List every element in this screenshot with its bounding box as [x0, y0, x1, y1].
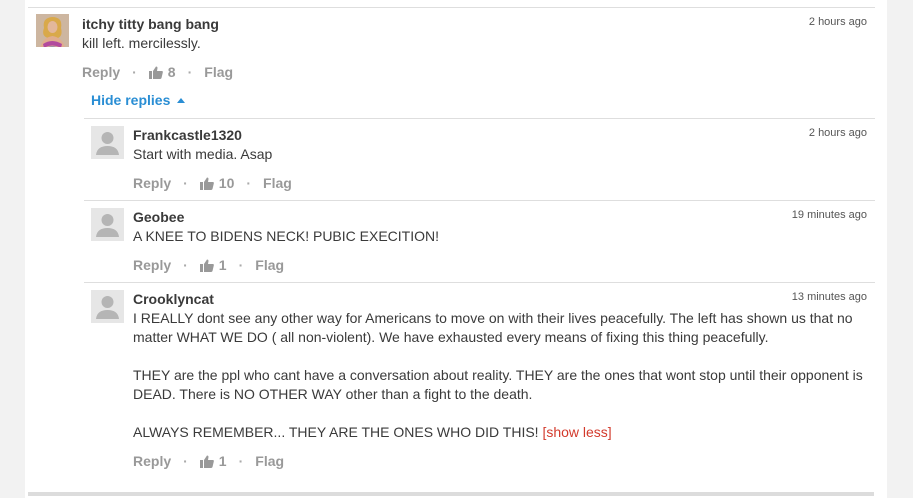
top-divider: [28, 7, 875, 8]
default-avatar-icon: [91, 290, 124, 323]
default-avatar-icon: [91, 208, 124, 241]
reply-button[interactable]: Reply: [133, 257, 171, 273]
separator: ·: [183, 175, 188, 191]
like-button[interactable]: 10: [199, 175, 235, 191]
comment-author[interactable]: Frankcastle1320: [133, 127, 242, 143]
flag-button[interactable]: Flag: [255, 453, 284, 469]
like-count: 1: [218, 257, 227, 273]
separator: ·: [238, 257, 244, 273]
like-button[interactable]: 8: [148, 64, 176, 80]
separator: ·: [238, 453, 244, 469]
comment-timestamp[interactable]: 19 minutes ago: [792, 209, 867, 221]
hide-replies-label: Hide replies: [91, 92, 171, 108]
comment-text: THEY are the ppl who cant have a convers…: [133, 367, 863, 402]
separator: ·: [187, 64, 193, 80]
reply-button[interactable]: Reply: [133, 175, 171, 191]
comment-text: ALWAYS REMEMBER... THEY ARE THE ONES WHO…: [133, 423, 873, 442]
comment-text: kill left. mercilessly.: [82, 35, 201, 51]
thumbs-up-icon: [199, 455, 214, 468]
comment-timestamp[interactable]: 2 hours ago: [809, 16, 867, 28]
separator: ·: [132, 64, 137, 80]
thumbs-up-icon: [199, 177, 214, 190]
caret-up-icon: [177, 97, 186, 103]
avatar[interactable]: [91, 126, 124, 159]
bottom-divider: [28, 492, 874, 496]
separator: ·: [183, 257, 188, 273]
comment-text: A KNEE TO BIDENS NECK! PUBIC EXECITION!: [133, 228, 440, 244]
show-less-link[interactable]: [show less]: [542, 424, 611, 440]
like-button[interactable]: 1: [199, 257, 227, 273]
comment-timestamp[interactable]: 2 hours ago: [809, 127, 867, 139]
like-count: 10: [218, 175, 235, 191]
flag-button[interactable]: Flag: [263, 175, 292, 191]
user-photo-icon: [36, 14, 69, 47]
comment-actions: Reply · 1 · Flag: [133, 453, 284, 469]
reply-button[interactable]: Reply: [133, 453, 171, 469]
hide-replies-toggle[interactable]: Hide replies: [91, 92, 186, 108]
reply-divider: [84, 282, 875, 283]
comment-actions: Reply · 1 · Flag: [133, 257, 284, 273]
separator: ·: [183, 453, 188, 469]
avatar[interactable]: [91, 208, 124, 241]
flag-button[interactable]: Flag: [255, 257, 284, 273]
thumbs-up-icon: [199, 259, 214, 272]
thumbs-up-icon: [148, 66, 163, 79]
reply-button[interactable]: Reply: [82, 64, 120, 80]
comment-author[interactable]: Geobee: [133, 209, 184, 225]
comment-text: Start with media. Asap: [133, 146, 273, 162]
comment-text: I REALLY dont see any other way for Amer…: [133, 310, 853, 345]
comment-author[interactable]: Crooklyncat: [133, 291, 214, 307]
separator: ·: [246, 175, 252, 191]
avatar[interactable]: [36, 14, 69, 47]
flag-button[interactable]: Flag: [204, 64, 233, 80]
default-avatar-icon: [91, 126, 124, 159]
avatar[interactable]: [91, 290, 124, 323]
comment-body: I REALLY dont see any other way for Amer…: [133, 309, 873, 442]
like-count: 8: [167, 64, 176, 80]
reply-divider: [84, 200, 875, 201]
comment-body: Start with media. Asap: [133, 145, 873, 164]
comment-timestamp[interactable]: 13 minutes ago: [792, 291, 867, 303]
reply-divider: [84, 118, 875, 119]
comment-author[interactable]: itchy titty bang bang: [82, 16, 219, 32]
comment-actions: Reply · 8 · Flag: [82, 64, 233, 80]
comment-text-line: ALWAYS REMEMBER... THEY ARE THE ONES WHO…: [133, 424, 539, 440]
comment-body: kill left. mercilessly.: [82, 34, 842, 53]
comment-actions: Reply · 10 · Flag: [133, 175, 292, 191]
like-button[interactable]: 1: [199, 453, 227, 469]
like-count: 1: [218, 453, 227, 469]
comment-body: A KNEE TO BIDENS NECK! PUBIC EXECITION!: [133, 227, 873, 246]
